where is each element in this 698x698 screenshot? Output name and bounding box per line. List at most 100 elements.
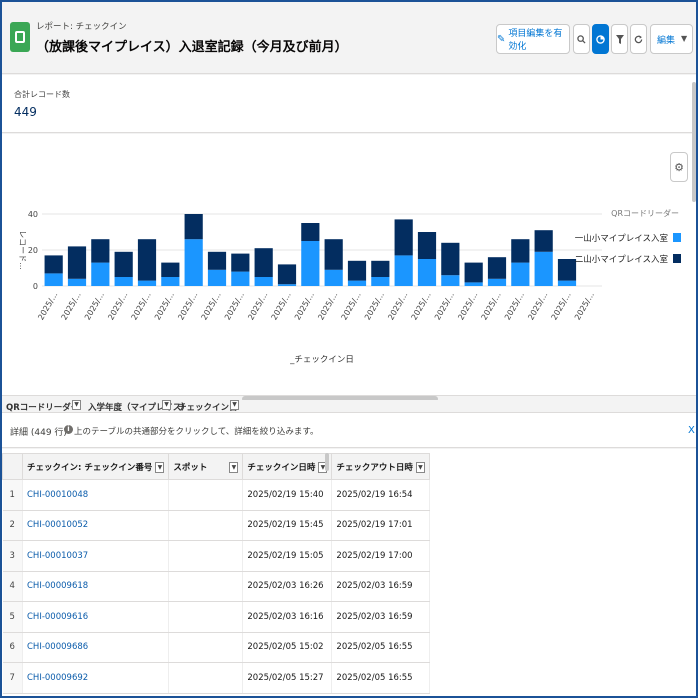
- bar-segment: [67, 278, 87, 286]
- column-header-checkin-datetime[interactable]: チェックイン日時 ▼: [242, 453, 333, 480]
- checkin-number-link[interactable]: CHI-00010037: [22, 540, 170, 572]
- report-header: レポート: チェックイン （放課後マイプレイス）入退室記録（今月及び前月） ✎ …: [2, 2, 696, 74]
- spot-cell: [168, 479, 244, 511]
- bar-segment: [417, 259, 437, 286]
- x-tick-label: 2025/...: [130, 291, 153, 322]
- column-menu-icon[interactable]: ▼: [155, 461, 165, 473]
- checkin-number-link[interactable]: CHI-00010052: [22, 510, 170, 541]
- page-scrollbar[interactable]: [692, 82, 696, 202]
- column-menu-icon[interactable]: ▼: [229, 461, 239, 473]
- close-details-button[interactable]: X: [688, 425, 695, 436]
- checkout-datetime-cell: 2025/02/03 16:59: [331, 601, 430, 633]
- chevron-down-icon: ▼: [681, 34, 688, 43]
- edit-button[interactable]: 編集 ▼: [650, 24, 693, 54]
- x-axis-title: _チェックイン日: [289, 355, 354, 365]
- table-row[interactable]: 2 CHI-00010052 2025/02/19 15:45 2025/02/19 …: [2, 510, 430, 541]
- report-page: レポート: チェックイン （放課後マイプレイス）入退室記録（今月及び前月） ✎ …: [2, 2, 696, 696]
- chart-toggle-button[interactable]: [592, 24, 609, 54]
- x-tick-label: 2025/...: [456, 291, 479, 322]
- table-row[interactable]: 5 CHI-00009616 2025/02/03 16:16 2025/02/03 …: [2, 601, 430, 633]
- column-header-spot[interactable]: スポット ▼: [168, 453, 244, 480]
- chart-icon: [596, 34, 605, 44]
- row-number: 1: [2, 479, 23, 511]
- table-row[interactable]: 6 CHI-00009686 2025/02/05 15:02 2025/02/05 …: [2, 632, 430, 663]
- edit-label: 編集: [657, 35, 676, 46]
- chart-settings-button[interactable]: ⚙: [670, 152, 688, 182]
- row-number-header: [2, 453, 23, 480]
- table-row[interactable]: 4 CHI-00009618 2025/02/03 16:26 2025/02/03 …: [2, 571, 430, 602]
- details-bar: 詳細 (449 行) i 上のテーブルの共通部分をクリックして、詳細を絞り込みま…: [2, 412, 696, 448]
- checkin-number-link[interactable]: CHI-00009686: [22, 632, 170, 663]
- group-col-qr-reader: QRコードリーダー: [6, 403, 80, 412]
- checkin-number-link[interactable]: CHI-00009616: [22, 601, 170, 633]
- checkin-number-link[interactable]: CHI-00010048: [22, 479, 170, 511]
- y-axis-label: レコード...: [18, 230, 27, 270]
- spot-cell: [168, 632, 244, 663]
- bar-segment: [557, 280, 577, 286]
- x-tick-label: 2025/...: [550, 291, 573, 322]
- bar-segment: [114, 251, 133, 277]
- checkout-datetime-cell: 2025/02/05 16:55: [331, 632, 430, 663]
- bar-segment: [231, 271, 250, 286]
- enable-field-edit-button[interactable]: ✎ 項目編集を有効化: [496, 24, 570, 54]
- checkin-datetime-cell: 2025/02/03 16:26: [242, 571, 333, 602]
- y-tick-label: 0: [33, 282, 38, 291]
- table-row[interactable]: 3 CHI-00010037 2025/02/19 15:05 2025/02/19 …: [2, 540, 430, 572]
- column-header-checkin-number[interactable]: チェックイン: チェックイン番号 ▼: [21, 453, 170, 480]
- spot-cell: [168, 601, 244, 633]
- bar-segment: [464, 262, 483, 283]
- chart-panel: 0 20 40 レコード... 2025/... 2025/... 2025/... 2025…: [2, 134, 696, 396]
- bar-segment: [207, 251, 227, 270]
- legend-title: QRコードリーダー: [611, 208, 679, 218]
- checkin-number-link[interactable]: CHI-00009692: [22, 662, 170, 694]
- column-header-checkout-datetime[interactable]: チェックアウト日時 ▼: [331, 453, 430, 480]
- table-body: 1 CHI-00010048 2025/02/19 15:40 2025/02/19 …: [2, 479, 430, 694]
- bar-segment: [324, 269, 343, 286]
- x-tick-label: 2025/...: [246, 291, 269, 322]
- info-icon: i: [64, 425, 73, 434]
- bar-segment: [254, 248, 273, 277]
- spot-cell: [168, 662, 244, 694]
- summary-panel: 合計レコード数 449: [2, 75, 696, 133]
- table-row[interactable]: 7 CHI-00009692 2025/02/05 15:27 2025/02/05 …: [2, 662, 430, 694]
- x-tick-label: 2025/...: [106, 291, 129, 322]
- refresh-button[interactable]: [630, 24, 647, 54]
- filter-icon: [615, 34, 624, 44]
- row-number: 5: [2, 601, 23, 633]
- pencil-icon: ✎: [497, 33, 506, 45]
- x-tick-label: 2025/...: [200, 291, 223, 322]
- bar-segment: [277, 264, 297, 285]
- grouping-header-row: QRコードリーダー ▼ 入学年度（マイプレイス） ▼ チェックイン日 ▼: [2, 400, 696, 412]
- report-app-icon: [10, 22, 30, 52]
- x-tick-label: 2025/...: [60, 291, 83, 322]
- table-header-row: チェックイン: チェックイン番号 ▼ スポット ▼ チェックイン日時 ▼ チェックアウ…: [2, 453, 430, 480]
- group-col-checkin-date-menu[interactable]: ▼: [230, 400, 239, 410]
- checkin-datetime-cell: 2025/02/05 15:02: [242, 632, 333, 663]
- filter-button[interactable]: [611, 24, 628, 54]
- bar-segment: [511, 239, 530, 263]
- table-scrollbar[interactable]: [325, 453, 329, 471]
- total-records-label: 合計レコード数: [14, 90, 70, 99]
- x-tick-label: 2025/...: [526, 291, 549, 322]
- x-tick-label: 2025/...: [293, 291, 316, 322]
- bar-segment: [487, 278, 507, 286]
- group-col-enroll-year-menu[interactable]: ▼: [162, 400, 171, 410]
- row-number: 3: [2, 540, 23, 572]
- y-tick-label: 40: [28, 210, 38, 219]
- bar-segment: [231, 253, 250, 272]
- checkin-number-link[interactable]: CHI-00009618: [22, 571, 170, 602]
- bar-segment: [534, 251, 553, 286]
- column-menu-icon[interactable]: ▼: [415, 461, 425, 473]
- table-row[interactable]: 1 CHI-00010048 2025/02/19 15:40 2025/02/19 …: [2, 479, 430, 511]
- row-number: 4: [2, 571, 23, 602]
- row-number: 2: [2, 510, 23, 541]
- column-header-label: チェックイン: チェックイン番号: [27, 462, 153, 473]
- group-col-qr-reader-menu[interactable]: ▼: [72, 400, 81, 410]
- search-button[interactable]: [573, 24, 590, 54]
- checkout-datetime-cell: 2025/02/19 17:01: [331, 510, 430, 541]
- spot-cell: [168, 540, 244, 572]
- x-tick-label: 2025/...: [410, 291, 433, 322]
- x-tick-label: 2025/...: [363, 291, 386, 322]
- bar-segment: [301, 241, 320, 286]
- bar-segment: [184, 239, 203, 286]
